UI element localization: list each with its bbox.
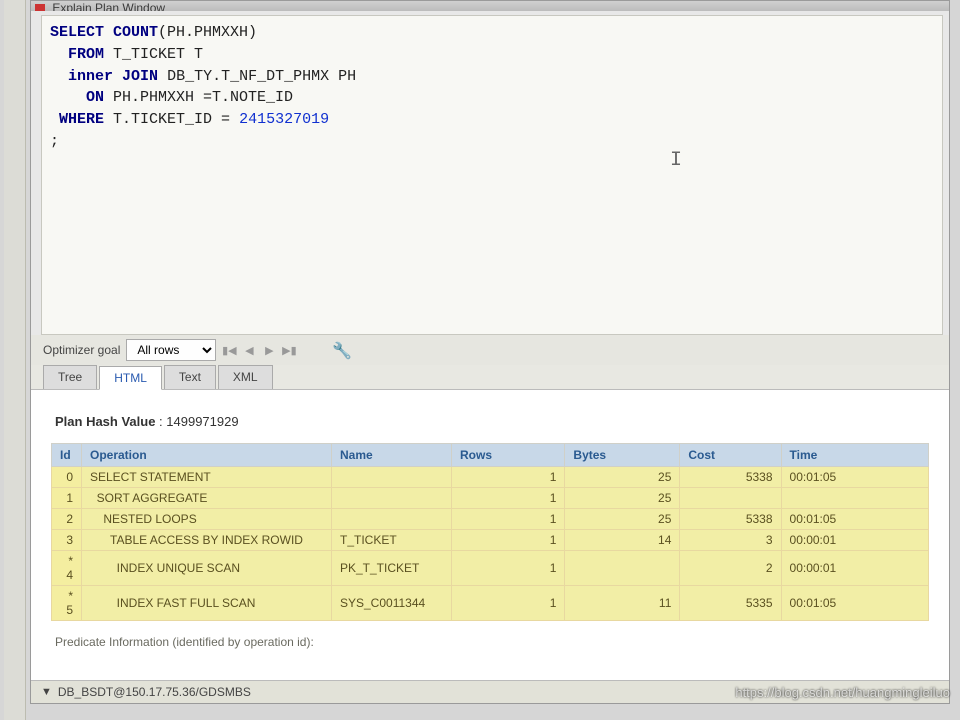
cell-name [332,509,452,530]
explain-plan-window: Explain Plan Window SELECT COUNT(PH.PHMX… [30,0,950,704]
watermark: https://blog.csdn.net/huangmingleiluo [735,685,950,700]
optimizer-goal-label: Optimizer goal [43,343,120,357]
cell-time: 00:01:05 [781,467,928,488]
sql-text: T.TICKET_ID = [104,111,239,128]
plan-tabs: Tree HTML Text XML [31,365,949,390]
table-row: 2 NESTED LOOPS 125533800:01:05 [52,509,929,530]
cell-time: 00:00:01 [781,551,928,586]
cell-cost: 3 [680,530,781,551]
cell-operation: TABLE ACCESS BY INDEX ROWID [82,530,332,551]
cell-id: 1 [52,488,82,509]
col-id: Id [52,444,82,467]
cell-rows: 1 [452,467,565,488]
cell-bytes: 25 [565,488,680,509]
sql-kw-from: FROM [68,46,104,63]
sql-text: DB_TY.T_NF_DT_PHMX PH [158,68,356,85]
col-cost: Cost [680,444,781,467]
tab-tree[interactable]: Tree [43,365,97,389]
col-rows: Rows [452,444,565,467]
sql-kw-on: ON [86,89,104,106]
nav-next-icon[interactable]: ▶ [262,343,276,357]
cell-id: 2 [52,509,82,530]
sql-kw-where: WHERE [59,111,104,128]
plan-hash-value: 1499971929 [166,414,238,429]
nav-prev-icon[interactable]: ◀ [242,343,256,357]
cell-rows: 1 [452,530,565,551]
cell-id: * 4 [52,551,82,586]
table-row: 1 SORT AGGREGATE125 [52,488,929,509]
sql-text: ; [50,133,59,150]
sql-text: (PH.PHMXXH) [158,24,257,41]
app-icon [35,4,45,11]
plan-hash-label: Plan Hash Value [55,414,155,429]
plan-table: Id Operation Name Rows Bytes Cost Time 0… [51,443,929,621]
chevron-down-icon[interactable]: ▼ [41,686,52,698]
window-title: Explain Plan Window [52,1,165,11]
cell-cost [680,488,781,509]
cell-id: 3 [52,530,82,551]
cell-name: PK_T_TICKET [332,551,452,586]
cell-operation: NESTED LOOPS [82,509,332,530]
cell-bytes: 14 [565,530,680,551]
sql-kw-select: SELECT [50,24,104,41]
nav-last-icon[interactable]: ▶▮ [282,343,296,357]
cell-time [781,488,928,509]
cell-bytes [565,551,680,586]
table-row: * 5 INDEX FAST FULL SCANSYS_C00113441115… [52,586,929,621]
cell-operation: SELECT STATEMENT [82,467,332,488]
text-cursor-icon: I [670,146,682,175]
sql-editor[interactable]: SELECT COUNT(PH.PHMXXH) FROM T_TICKET T … [41,15,943,335]
left-gutter [4,0,26,720]
sql-literal: 2415327019 [239,111,329,128]
sql-kw-join: JOIN [122,68,158,85]
col-bytes: Bytes [565,444,680,467]
cell-cost: 5338 [680,467,781,488]
table-row: 0SELECT STATEMENT 125533800:01:05 [52,467,929,488]
cell-cost: 2 [680,551,781,586]
nav-first-icon[interactable]: ▮◀ [222,343,236,357]
cell-name [332,467,452,488]
cell-time: 00:01:05 [781,509,928,530]
titlebar: Explain Plan Window [31,1,949,11]
col-name: Name [332,444,452,467]
cell-bytes: 25 [565,509,680,530]
sql-kw-count: COUNT [113,24,158,41]
table-row: 3 TABLE ACCESS BY INDEX ROWIDT_TICKET114… [52,530,929,551]
cell-id: * 5 [52,586,82,621]
connection-label: DB_BSDT@150.17.75.36/GDSMBS [58,685,251,699]
cell-id: 0 [52,467,82,488]
cell-rows: 1 [452,488,565,509]
predicate-info-label: Predicate Information (identified by ope… [51,621,929,653]
cell-rows: 1 [452,551,565,586]
plan-header-row: Id Operation Name Rows Bytes Cost Time [52,444,929,467]
cell-time: 00:00:01 [781,530,928,551]
tab-text[interactable]: Text [164,365,216,389]
plan-hash: Plan Hash Value : 1499971929 [51,408,929,443]
sql-text: T_TICKET T [104,46,203,63]
cell-name [332,488,452,509]
cell-name: T_TICKET [332,530,452,551]
col-operation: Operation [82,444,332,467]
wrench-icon[interactable]: 🔧 [332,341,350,359]
cell-bytes: 11 [565,586,680,621]
col-time: Time [781,444,928,467]
cell-bytes: 25 [565,467,680,488]
sql-kw-inner: inner [68,68,113,85]
cell-name: SYS_C0011344 [332,586,452,621]
tab-html[interactable]: HTML [99,366,162,390]
sql-text: PH.PHMXXH =T.NOTE_ID [104,89,293,106]
optimizer-goal-select[interactable]: All rows [126,339,216,361]
cell-cost: 5338 [680,509,781,530]
cell-operation: INDEX UNIQUE SCAN [82,551,332,586]
cell-rows: 1 [452,586,565,621]
cell-rows: 1 [452,509,565,530]
tab-xml[interactable]: XML [218,365,273,389]
cell-operation: INDEX FAST FULL SCAN [82,586,332,621]
plan-html-panel: Plan Hash Value : 1499971929 Id Operatio… [31,390,949,680]
plan-toolbar: Optimizer goal All rows ▮◀ ◀ ▶ ▶▮ 🔧 [31,335,949,365]
cell-cost: 5335 [680,586,781,621]
cell-time: 00:01:05 [781,586,928,621]
table-row: * 4 INDEX UNIQUE SCANPK_T_TICKET1 200:00:… [52,551,929,586]
cell-operation: SORT AGGREGATE [82,488,332,509]
